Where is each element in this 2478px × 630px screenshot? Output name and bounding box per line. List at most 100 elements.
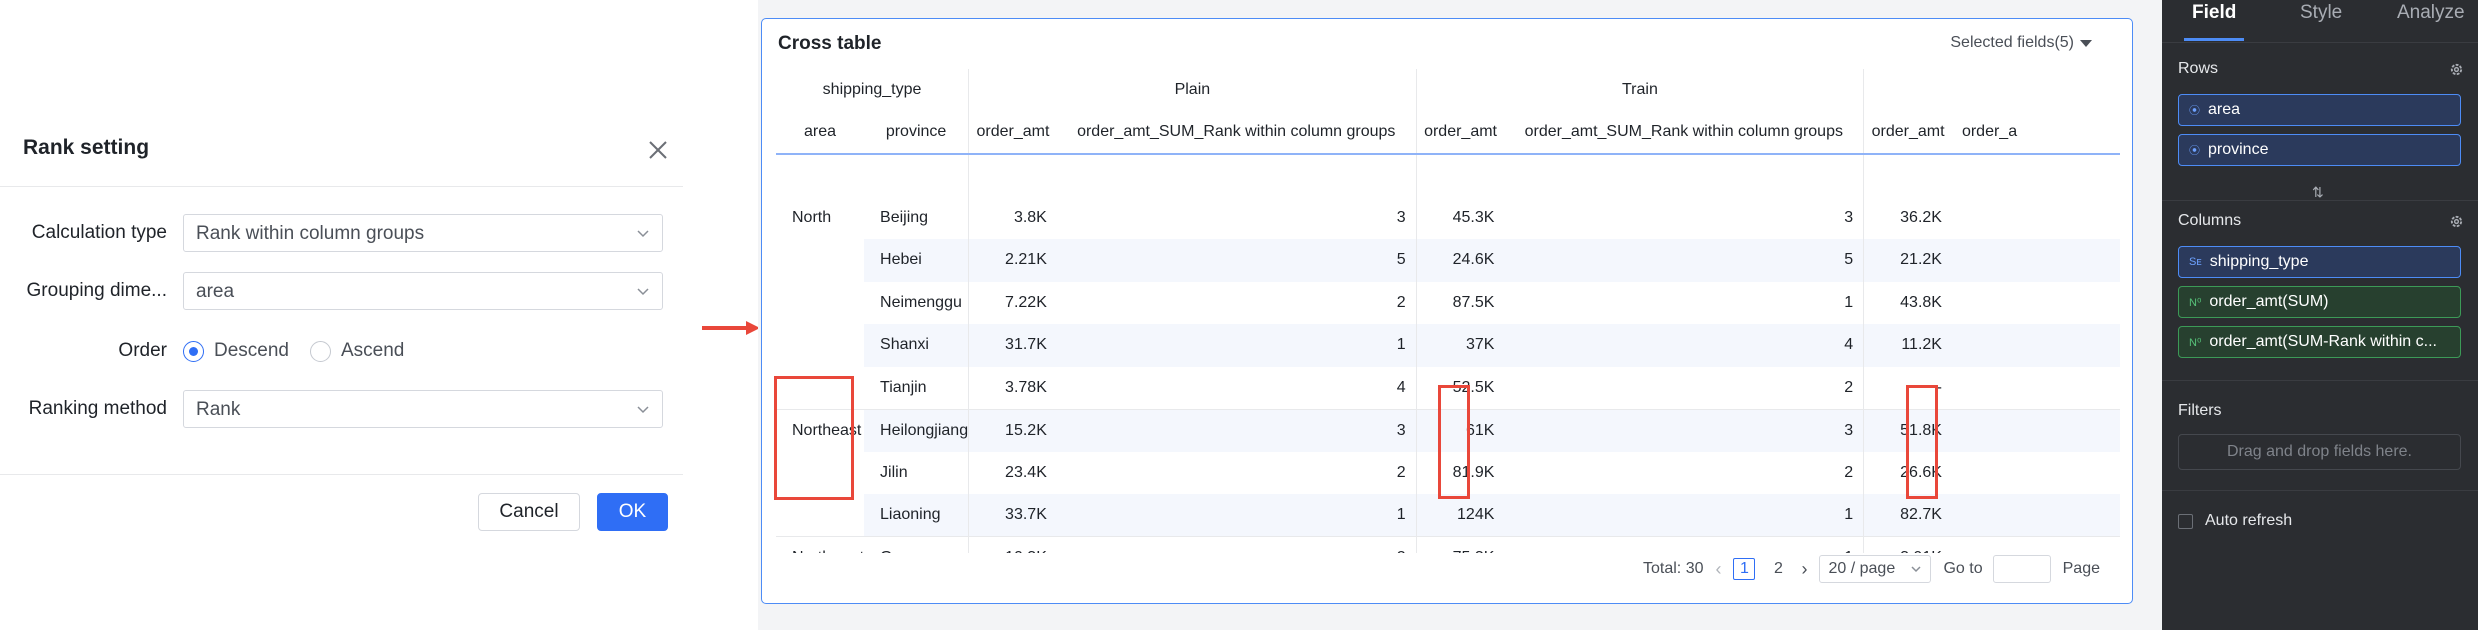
filters-drop-zone[interactable]: Drag and drop fields here.: [2178, 434, 2461, 470]
page-size-select[interactable]: 20 / page: [1819, 555, 1932, 583]
field-label: order_amt(SUM): [2209, 293, 2329, 310]
panel-divider: [2162, 380, 2478, 381]
plain-rank-cell: 1: [1056, 494, 1417, 537]
columns-field-order-amt-rank[interactable]: N⁰ order_amt(SUM-Rank within c...: [2178, 326, 2461, 358]
truncated-cell: [1951, 494, 2120, 537]
area-cell: North: [792, 208, 832, 226]
rows-section-title: Rows: [2178, 60, 2219, 77]
table-row: Jilin 23.4K 2 81.9K 2 26.6K: [776, 451, 2120, 495]
measure-header: order_amt_SUM_Rank within column groups: [1056, 111, 1417, 155]
gear-icon[interactable]: [2449, 62, 2464, 77]
truncated-cell: [1951, 536, 2120, 553]
field-label: order_amt(SUM-Rank within c...: [2209, 333, 2437, 350]
panel-divider: [2162, 200, 2478, 201]
gear-icon[interactable]: [2449, 214, 2464, 229]
goto-label: Go to: [1943, 560, 1983, 577]
active-tab-indicator: [2184, 38, 2244, 41]
plain-rank-cell: 3: [1056, 408, 1417, 452]
plain-rank-cell: 2: [1056, 281, 1417, 324]
dialog-divider: [0, 474, 683, 475]
measure-number-icon: N⁰: [2189, 336, 2202, 349]
chevron-right-icon[interactable]: ›: [1801, 559, 1807, 580]
province-cell: Tianjin: [864, 366, 970, 409]
panel-divider: [2162, 490, 2478, 491]
next-amt-cell: 3.91K: [1863, 536, 1952, 553]
calculation-type-select[interactable]: Rank within column groups: [183, 214, 663, 252]
train-amt-cell: 37K: [1416, 324, 1505, 367]
rank-setting-dialog: Rank setting Calculation type Rank withi…: [0, 0, 683, 630]
cross-table: shipping_type Plain Train area province …: [776, 69, 2120, 553]
grouping-dimension-select[interactable]: area: [183, 272, 663, 310]
province-cell: Jilin: [864, 451, 970, 494]
close-icon[interactable]: [645, 137, 671, 163]
goto-page-input[interactable]: [1992, 555, 2051, 583]
plain-rank-cell: 3: [1056, 196, 1417, 239]
plain-amt-cell: 33.7K: [968, 494, 1057, 537]
area-cell: [776, 282, 864, 325]
area-cell: Northwest: [776, 536, 865, 553]
page-2-button[interactable]: 2: [1767, 558, 1789, 580]
truncated-cell: [1952, 452, 2120, 495]
column-group-header: Train: [1416, 69, 1865, 112]
card-title: Cross table: [778, 33, 882, 54]
auto-refresh-label: Auto refresh: [2205, 512, 2293, 529]
truncated-cell: [1951, 408, 2120, 452]
area-cell: Northeast: [776, 408, 865, 452]
page-1-button[interactable]: 1: [1733, 558, 1756, 580]
train-amt-cell: 75.3K: [1416, 536, 1505, 553]
train-rank-cell: 2: [1504, 451, 1865, 494]
grouping-dimension-label: Grouping dime...: [26, 280, 167, 301]
pagination-total: Total: 30: [1643, 560, 1704, 577]
train-amt-cell: 124K: [1416, 494, 1505, 537]
train-rank-cell: 2: [1504, 366, 1865, 409]
columns-field-order-amt-sum[interactable]: N⁰ order_amt(SUM): [2178, 286, 2461, 318]
ok-button[interactable]: OK: [597, 493, 668, 531]
arrow-right-icon: [702, 321, 760, 335]
auto-refresh-checkbox[interactable]: Auto refresh: [2178, 512, 2292, 530]
plain-amt-cell: 23.4K: [1005, 463, 1047, 481]
order-descend-radio[interactable]: Descend: [183, 338, 289, 364]
chevron-left-icon[interactable]: ‹: [1715, 559, 1721, 580]
truncated-cell: [1951, 239, 2120, 282]
tab-analyze[interactable]: Analyze: [2397, 2, 2465, 24]
plain-rank-cell: 1: [1056, 324, 1417, 367]
rows-field-area[interactable]: ⦿ area: [2178, 94, 2461, 126]
chevron-down-icon: [637, 406, 649, 414]
checkbox-icon: [2178, 513, 2193, 529]
province-cell: Hebei: [864, 239, 970, 282]
dimension-geo-icon: ⦿: [2189, 145, 2200, 157]
area-cell: [776, 239, 864, 282]
columns-section-title: Columns: [2178, 212, 2242, 229]
order-ascend-radio[interactable]: Ascend: [310, 338, 404, 364]
grouping-dimension-value: area: [196, 281, 235, 302]
next-amt-cell: 82.7K: [1863, 494, 1952, 537]
cancel-button[interactable]: Cancel: [478, 493, 580, 531]
plain-amt-cell: 31.7K: [968, 324, 1057, 367]
next-amt-cell: -: [1936, 378, 1942, 396]
measure-header: order_amt: [1416, 111, 1505, 155]
rows-field-province[interactable]: ⦿ province: [2178, 134, 2461, 166]
province-cell: Liaoning: [864, 494, 970, 537]
next-amt-cell: 26.6K: [1900, 463, 1942, 481]
row-header-area: area: [776, 111, 865, 155]
ranking-method-select[interactable]: Rank: [183, 390, 663, 428]
field-label: shipping_type: [2209, 253, 2309, 270]
area-cell: [776, 324, 864, 367]
column-dimension-header: shipping_type: [776, 69, 970, 112]
field-label: province: [2208, 141, 2269, 158]
grouping-dimension-row: Grouping dime... area: [0, 272, 683, 310]
column-group-header: [1864, 69, 2120, 112]
plain-amt-cell: 3.8K: [1013, 208, 1047, 226]
columns-field-shipping-type[interactable]: Sᴇ shipping_type: [2178, 246, 2461, 278]
tab-field[interactable]: Field: [2192, 2, 2236, 24]
swap-icon[interactable]: ⇅: [2312, 184, 2324, 201]
cross-table-card[interactable]: Cross table Selected fields(5) shipping_…: [761, 18, 2133, 604]
tab-style[interactable]: Style: [2300, 2, 2342, 24]
selected-fields-dropdown[interactable]: Selected fields(5): [1950, 34, 2092, 52]
train-amt-cell: 61K: [1416, 408, 1505, 452]
config-panel: Field Style Analyze Rows ⦿ area ⦿ provin…: [2162, 0, 2478, 630]
order-row: Order Descend Ascend: [0, 332, 683, 370]
plain-rank-cell: 2: [1056, 536, 1417, 553]
table-scroll-area[interactable]: shipping_type Plain Train area province …: [776, 69, 2120, 553]
calculation-type-value: Rank within column groups: [196, 223, 425, 244]
